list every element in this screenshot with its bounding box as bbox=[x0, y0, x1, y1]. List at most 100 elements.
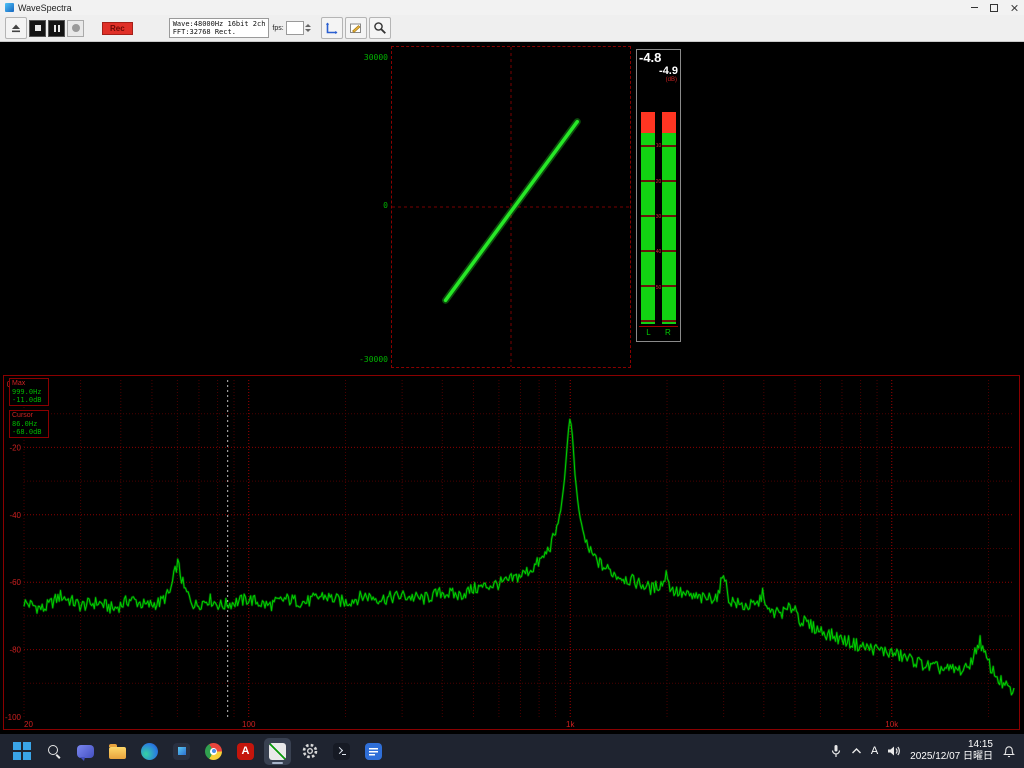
minimize-button[interactable] bbox=[964, 0, 984, 15]
svg-text:10k: 10k bbox=[885, 720, 899, 729]
spectrum-chart[interactable]: 0dB-20-40-60-80-100201001k10k bbox=[4, 376, 1019, 729]
wave-format-text: Wave:48000Hz 16bit 2ch bbox=[173, 20, 266, 28]
svg-text:1k: 1k bbox=[566, 720, 575, 729]
format-info-panel: Wave:48000Hz 16bit 2ch FFT:32768 Rect. bbox=[169, 18, 270, 38]
terminal-icon bbox=[333, 743, 350, 760]
spin-down-icon bbox=[305, 29, 311, 32]
window-controls bbox=[964, 0, 1024, 15]
meter-channel-labels: L R bbox=[639, 326, 678, 339]
fps-label: fps: bbox=[272, 25, 283, 32]
volume-tray-button[interactable] bbox=[887, 745, 901, 757]
edge-icon bbox=[141, 743, 158, 760]
wavespectra-icon bbox=[269, 743, 286, 760]
meter-bars bbox=[641, 112, 676, 324]
level-unit-label: (dB) bbox=[637, 77, 680, 84]
taskbar-wavespectra-button[interactable] bbox=[264, 738, 291, 765]
config-button[interactable] bbox=[369, 17, 391, 39]
spectrum-readouts: Max 999.0Hz -11.0dB Cursor 86.0Hz -68.0d… bbox=[9, 378, 49, 442]
close-button[interactable] bbox=[1004, 0, 1024, 15]
svg-text:-60: -60 bbox=[9, 578, 21, 587]
minimize-icon bbox=[971, 7, 978, 8]
eject-icon bbox=[10, 22, 22, 34]
store-icon bbox=[173, 743, 190, 760]
taskbar-apps: A bbox=[8, 738, 387, 765]
svg-text:-100: -100 bbox=[5, 713, 22, 722]
clock-time: 14:15 bbox=[968, 739, 993, 750]
cursor-level: -68.0dB bbox=[12, 428, 46, 436]
display-settings-button[interactable] bbox=[345, 17, 367, 39]
notes-icon bbox=[365, 743, 382, 760]
system-tray: A 14:15 2025/12/07 日曜日 bbox=[830, 739, 1016, 763]
rec-indicator: Rec bbox=[102, 22, 133, 35]
taskbar-acrobat-button[interactable]: A bbox=[232, 738, 259, 765]
fft-format-text: FFT:32768 Rect. bbox=[173, 28, 236, 36]
lissajous-ymin-label: -30000 bbox=[351, 355, 388, 364]
chevron-up-icon bbox=[851, 747, 862, 755]
scope-area: 30000 0 -30000 -4.8 -4.9 (dB) 1020304050… bbox=[0, 43, 1024, 375]
level-value-right: -4.9 bbox=[637, 65, 680, 77]
stop-button[interactable] bbox=[29, 20, 46, 37]
ime-indicator[interactable]: A bbox=[871, 745, 878, 757]
microphone-icon bbox=[830, 744, 842, 758]
clock-date: 2025/12/07 日曜日 bbox=[910, 751, 993, 762]
taskbar-search-button[interactable] bbox=[40, 738, 67, 765]
close-icon bbox=[1010, 4, 1018, 12]
pause-icon bbox=[54, 25, 60, 32]
max-label: Max bbox=[12, 380, 46, 388]
window-title: WaveSpectra bbox=[18, 3, 72, 13]
level-value-left: -4.8 bbox=[637, 50, 680, 65]
cursor-readout-box: Cursor 86.0Hz -68.0dB bbox=[9, 410, 49, 438]
max-frequency: 999.0Hz bbox=[12, 388, 46, 396]
svg-text:20: 20 bbox=[24, 720, 33, 729]
open-button[interactable] bbox=[5, 17, 27, 39]
windows-start-icon bbox=[13, 742, 31, 760]
channel-left-label: L bbox=[646, 327, 650, 339]
desktop: WaveSpectra Rec Wave:48000Hz 16bit 2ch F… bbox=[0, 0, 1024, 768]
taskbar-edge-button[interactable] bbox=[136, 738, 163, 765]
hidden-icons-button[interactable] bbox=[851, 747, 862, 755]
folder-icon bbox=[109, 747, 126, 759]
level-meter-panel: -4.8 -4.9 (dB) 1020304050 L R bbox=[636, 49, 681, 342]
fps-input[interactable] bbox=[286, 21, 304, 35]
fps-control: fps: bbox=[272, 21, 310, 35]
cursor-label: Cursor bbox=[12, 412, 46, 420]
scale-settings-button[interactable] bbox=[321, 17, 343, 39]
pencil-icon bbox=[349, 22, 362, 35]
taskbar: A A 14:15 2025/12/07 日曜日 bbox=[0, 734, 1024, 768]
lissajous-trace bbox=[392, 47, 630, 367]
lissajous-ymax-label: 30000 bbox=[351, 53, 388, 62]
chat-icon bbox=[77, 745, 94, 758]
taskbar-clock[interactable]: 14:15 2025/12/07 日曜日 bbox=[910, 739, 993, 763]
axes-icon bbox=[325, 22, 338, 35]
toolbar: Rec Wave:48000Hz 16bit 2ch FFT:32768 Rec… bbox=[0, 15, 1024, 42]
pause-button[interactable] bbox=[48, 20, 65, 37]
taskbar-settings-button[interactable] bbox=[296, 738, 323, 765]
chrome-icon bbox=[205, 743, 222, 760]
taskbar-chrome-button[interactable] bbox=[200, 738, 227, 765]
start-button[interactable] bbox=[8, 738, 35, 765]
bell-icon bbox=[1002, 744, 1016, 758]
fps-spinner[interactable] bbox=[305, 23, 311, 33]
taskbar-chat-button[interactable] bbox=[72, 738, 99, 765]
title-bar: WaveSpectra bbox=[0, 0, 1024, 16]
record-button[interactable] bbox=[67, 20, 84, 37]
record-icon bbox=[72, 24, 80, 32]
acrobat-icon: A bbox=[237, 743, 254, 760]
taskbar-terminal-button[interactable] bbox=[328, 738, 355, 765]
max-readout-box: Max 999.0Hz -11.0dB bbox=[9, 378, 49, 406]
maximize-button[interactable] bbox=[984, 0, 1004, 15]
channel-right-label: R bbox=[665, 327, 671, 339]
taskbar-notes-button[interactable] bbox=[360, 738, 387, 765]
taskbar-file-explorer-button[interactable] bbox=[104, 738, 131, 765]
microphone-tray-button[interactable] bbox=[830, 744, 842, 758]
stop-icon bbox=[35, 25, 41, 31]
search-icon bbox=[46, 743, 62, 759]
meter-bar-left bbox=[641, 112, 655, 324]
taskbar-store-button[interactable] bbox=[168, 738, 195, 765]
svg-text:100: 100 bbox=[242, 720, 256, 729]
maximize-icon bbox=[990, 4, 998, 12]
spin-up-icon bbox=[305, 24, 311, 27]
svg-text:-40: -40 bbox=[9, 511, 21, 520]
notifications-button[interactable] bbox=[1002, 744, 1016, 758]
magnifier-wrench-icon bbox=[373, 21, 387, 35]
